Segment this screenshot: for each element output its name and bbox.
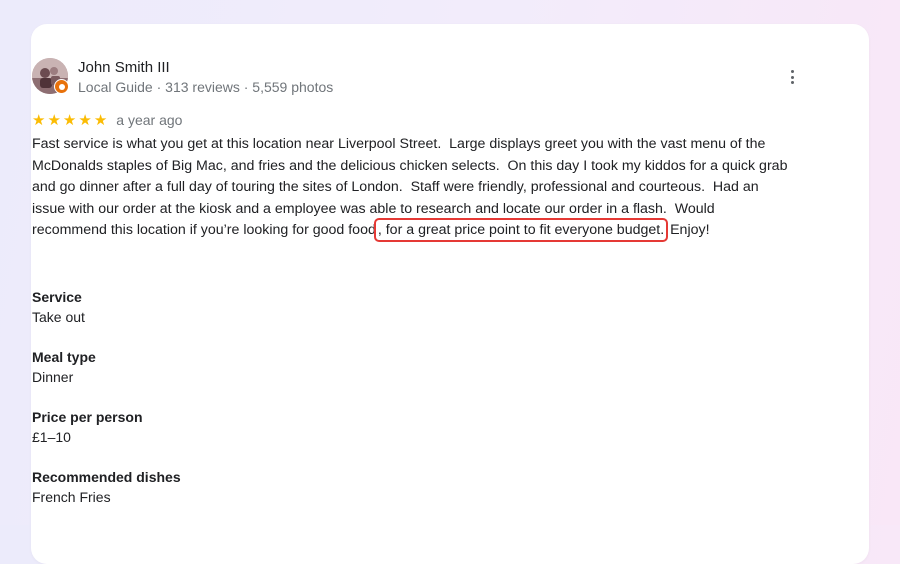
review-text-line: issue with our order at the kiosk and a … xyxy=(32,200,715,217)
attribute-price-per-person: Price per person £1–10 xyxy=(32,407,143,447)
attribute-value: French Fries xyxy=(32,489,111,505)
attribute-value: Dinner xyxy=(32,369,74,385)
star-icon: ★ xyxy=(62,111,77,129)
attribute-value: Take out xyxy=(32,309,85,325)
star-icon: ★ xyxy=(47,111,61,129)
review-text-segment: Enjoy! xyxy=(666,222,710,239)
highlighted-phrase: , for a great price point to fit everyon… xyxy=(373,218,669,243)
attribute-label: Service xyxy=(32,289,82,305)
review-text-line: McDonalds staples of Big Mac, and fries … xyxy=(32,157,788,174)
author-name[interactable]: John Smith III xyxy=(78,59,170,76)
more-options-button[interactable] xyxy=(782,66,802,88)
star-icon: ★ xyxy=(78,111,92,129)
attribute-recommended-dishes: Recommended dishes French Fries xyxy=(32,467,181,507)
star-icon: ★ xyxy=(93,111,108,129)
review-date: a year ago xyxy=(116,112,183,128)
attribute-value: £1–10 xyxy=(32,429,71,445)
author-meta: Local Guide · 313 reviews · 5,559 photos xyxy=(78,79,334,95)
review-text: Fast service is what you get at this loc… xyxy=(32,134,822,243)
star-icon: ★ xyxy=(32,111,46,129)
review-text-line: and go dinner after a full day of tourin… xyxy=(32,179,759,196)
rating-row: ★ ★ ★ ★ ★ a year ago xyxy=(32,110,182,130)
more-vert-icon-dot xyxy=(790,81,794,84)
attribute-meal-type: Meal type Dinner xyxy=(32,347,96,387)
attribute-label: Price per person xyxy=(32,409,143,425)
attribute-service: Service Take out xyxy=(32,287,85,327)
local-guide-badge-icon xyxy=(54,79,69,94)
star-rating: ★ ★ ★ ★ ★ xyxy=(32,113,107,128)
review-text-line: Fast service is what you get at this loc… xyxy=(32,136,766,152)
more-vert-icon-dot xyxy=(790,75,794,79)
review-text-last-line: recommend this location if you’re lookin… xyxy=(32,218,822,243)
attribute-label: Meal type xyxy=(32,349,96,365)
review-text-segment: recommend this location if you’re lookin… xyxy=(32,222,376,239)
more-vert-icon xyxy=(790,70,794,73)
author-avatar[interactable] xyxy=(32,58,69,94)
attribute-label: Recommended dishes xyxy=(32,469,181,485)
review-header: John Smith III Local Guide · 313 reviews… xyxy=(32,58,812,98)
